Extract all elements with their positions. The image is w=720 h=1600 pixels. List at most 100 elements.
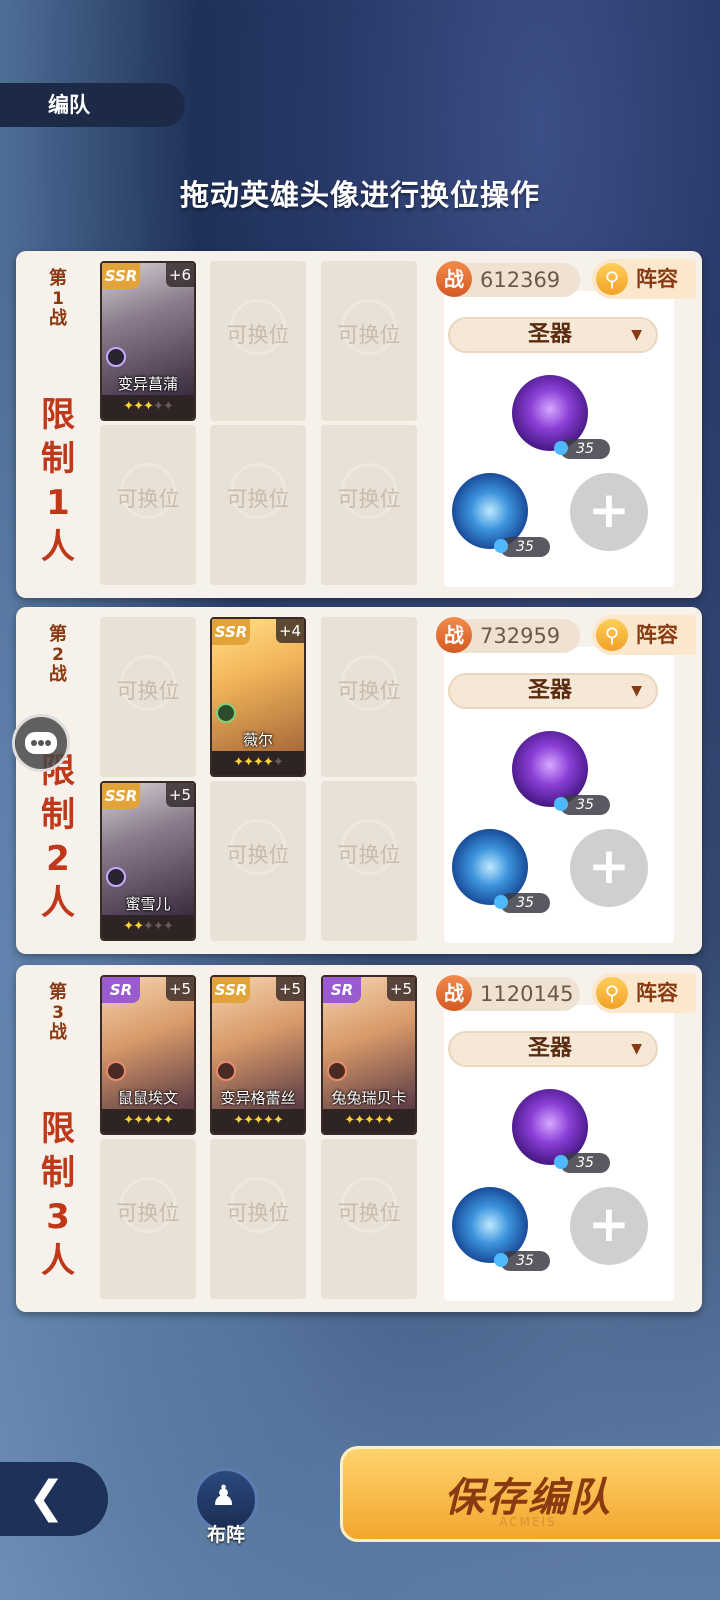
limit-char: 人 [41,883,75,923]
dropdown-arrow-icon: ▼ [631,683,642,699]
search-icon: ⚲ [596,619,628,651]
hero-card[interactable]: SSR +5 蜜雪儿 ✦✦✦✦✦ [100,781,196,941]
empty-slot[interactable]: 可换位 [210,261,306,421]
battle-label-top: 第 [49,982,67,1003]
hero-name: 鼠鼠埃文 [117,1089,178,1107]
empty-slot[interactable]: 可换位 [210,781,306,941]
search-icon: ⚲ [596,263,628,295]
lineup-button[interactable]: ⚲ 阵容 [592,973,696,1013]
star-rating: ✦✦✦✦✦ [102,915,194,939]
empty-slot[interactable]: 可换位 [100,617,196,777]
star-rating: ✦✦✦✦✦ [102,1109,194,1133]
battle-label: 第 3 战 [38,983,78,1043]
empty-slot[interactable]: 可换位 [321,781,417,941]
empty-slot[interactable]: 可换位 [321,617,417,777]
element-icon [327,1061,347,1081]
hero-plus-level: +6 [166,263,194,287]
empty-slot[interactable]: 可换位 [210,1139,306,1299]
limit-label: 限制2人 [38,749,78,925]
hero-card[interactable]: SSR +6 变异菖蒲 ✦✦✦✦✦ [100,261,196,421]
element-icon [216,1061,236,1081]
star-icon: ✦✦✦✦✦ [123,1113,173,1128]
relic-level: 35 [554,795,610,815]
hero-name: 薇尔 [242,731,273,749]
empty-slot-label: 可换位 [337,1201,401,1225]
relic-purple[interactable]: 35 [512,1089,610,1173]
battle-label-top: 第 [49,624,67,645]
empty-slot[interactable]: 可换位 [321,1139,417,1299]
relic-level: 35 [494,1251,550,1271]
add-icon[interactable]: + [570,829,648,907]
hero-card[interactable]: SSR +4 薇尔 ✦✦✦✦✦ [210,617,306,777]
relic-select[interactable]: 圣器 ▼ [448,1031,658,1067]
star-rating: ✦✦✦✦✦ [212,751,304,775]
empty-slot-label: 可换位 [226,1201,290,1225]
limit-char: 制 [41,1153,75,1193]
hero-card[interactable]: SR +5 兔兔瑞贝卡 ✦✦✦✦✦ [321,975,417,1135]
power-display: 战 1120145 [436,975,580,1011]
empty-slot[interactable]: 可换位 [100,1139,196,1299]
battle-number: 1 [52,289,64,309]
rarity-badge: SR [102,977,140,1003]
battle-number: 2 [52,645,64,665]
add-icon[interactable]: + [570,473,648,551]
limit-char: 制 [41,439,75,479]
lineup-label: 阵容 [636,267,678,291]
empty-slot-label: 可换位 [226,843,290,867]
limit-label: 限制3人 [38,1107,78,1283]
lineup-button[interactable]: ⚲ 阵容 [592,259,696,299]
formation-icon: ♟ [211,1479,237,1512]
star-rating: ✦✦✦✦✦ [212,1109,304,1133]
save-watermark: ACMEIS [499,1515,557,1529]
back-button[interactable]: ❮ [0,1462,108,1536]
add-icon[interactable]: + [570,1187,648,1265]
relic-purple[interactable]: 35 [512,375,610,459]
dropdown-arrow-icon: ▼ [631,327,642,343]
save-team-button[interactable]: 保存编队 ACMEIS [340,1446,720,1542]
star-rating: ✦✦✦✦✦ [102,395,194,419]
relic-blue[interactable]: 35 [452,473,550,557]
limit-char: 人 [41,527,75,567]
hero-card[interactable]: SSR +5 变异格蕾丝 ✦✦✦✦✦ [210,975,306,1135]
team-tab[interactable]: 编队 [0,83,185,127]
battle-label-bottom: 战 [49,308,67,329]
empty-slot-label: 可换位 [337,843,401,867]
battle-label-top: 第 [49,268,67,289]
battle-label: 第 2 战 [38,625,78,685]
relic-select[interactable]: 圣器 ▼ [448,317,658,353]
battle-panel: 第 1 战 限制1人 SSR +6 变异菖蒲 ✦✦✦✦✦ 可换位 可换位 可换位… [16,251,702,598]
battle-number: 3 [52,1003,64,1023]
relic-select-value: 圣器 [527,1036,572,1061]
hero-card[interactable]: SR +5 鼠鼠埃文 ✦✦✦✦✦ [100,975,196,1135]
star-icon: ✦✦✦✦✦ [233,1113,283,1128]
empty-slot[interactable]: 可换位 [321,261,417,421]
limit-char: 1 [46,483,70,523]
relic-select[interactable]: 圣器 ▼ [448,673,658,709]
hero-name: 变异格蕾丝 [220,1089,296,1107]
hero-plus-level: +5 [166,977,194,1001]
back-arrow-icon: ❮ [28,1472,65,1523]
battle-label-bottom: 战 [49,1022,67,1043]
relic-blue[interactable]: 35 [452,829,550,913]
relic-select-value: 圣器 [527,322,572,347]
empty-slot-label: 可换位 [337,679,401,703]
relic-level: 35 [494,893,550,913]
empty-slot[interactable]: 可换位 [100,425,196,585]
star-icon: ✦✦✦ [143,919,174,934]
limit-char: 制 [41,795,75,835]
relic-level: 35 [554,1153,610,1173]
empty-slot-label: 可换位 [116,679,180,703]
element-icon [216,703,236,723]
relic-blue[interactable]: 35 [452,1187,550,1271]
rarity-badge: SR [323,977,361,1003]
relic-select-value: 圣器 [527,678,572,703]
limit-char: 限 [41,395,75,435]
empty-slot[interactable]: 可换位 [321,425,417,585]
relic-purple[interactable]: 35 [512,731,610,815]
lineup-button[interactable]: ⚲ 阵容 [592,615,696,655]
empty-slot[interactable]: 可换位 [210,425,306,585]
limit-label: 限制1人 [38,393,78,569]
chat-icon[interactable] [12,714,70,772]
element-icon [106,347,126,367]
battle-panel: 第 2 战 限制2人 可换位 SSR +4 薇尔 ✦✦✦✦✦ 可换位 SSR +… [16,607,702,954]
